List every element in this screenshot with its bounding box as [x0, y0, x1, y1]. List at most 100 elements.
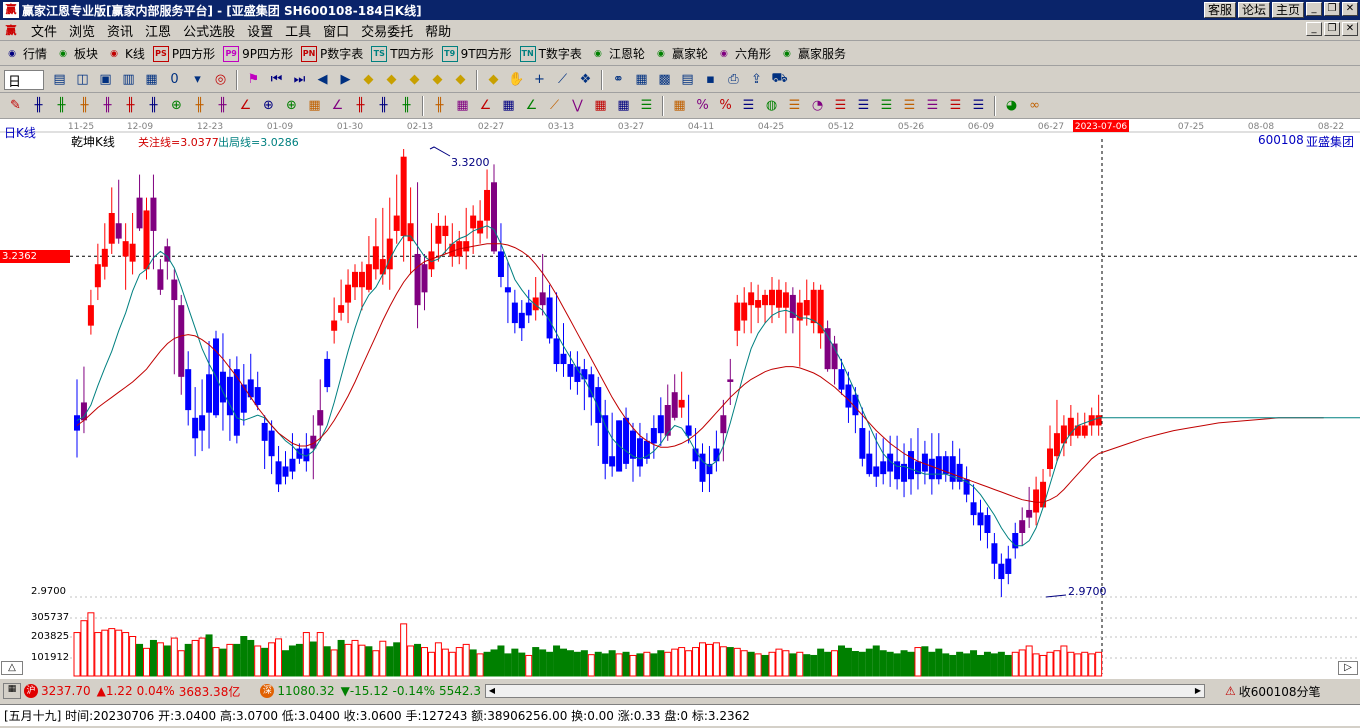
prev-icon[interactable]: ◀ [311, 69, 334, 91]
grid2-icon[interactable]: ▦ [497, 95, 520, 117]
toolbar-item-blocks[interactable]: ◉ 板块 [55, 45, 98, 62]
menu-logo-icon[interactable]: 赢 [3, 22, 19, 38]
minimize-icon[interactable]: _ [1306, 2, 1322, 16]
line-tool-icon[interactable]: ⟋ [551, 69, 574, 91]
toolbar-item-gann-wheel[interactable]: ◉ 江恩轮 [590, 45, 645, 62]
toolbar-item-dollar[interactable]: ◉ 赢家服务 [779, 45, 846, 62]
bars3-icon[interactable]: ╫ [73, 95, 96, 117]
pattern-icon[interactable]: ❖ [574, 69, 597, 91]
toolbar-item-t-square[interactable]: TS T四方形 [371, 45, 434, 62]
last-icon[interactable]: ⏭ [288, 69, 311, 91]
first-icon[interactable]: ⏮ [265, 69, 288, 91]
bars12-icon[interactable]: ╫ [428, 95, 451, 117]
toolbar-item-p-square[interactable]: PS P四方形 [152, 45, 215, 62]
toolbar-item-t9-square[interactable]: T9 9T四方形 [441, 45, 512, 62]
child-minimize-icon[interactable]: _ [1306, 22, 1322, 36]
lines-icon[interactable]: ☰ [635, 95, 658, 117]
truck-icon[interactable]: ⛟ [768, 69, 791, 91]
line2-icon[interactable]: ⟋ [543, 95, 566, 117]
grid5-icon[interactable]: ▦ [668, 95, 691, 117]
next-icon[interactable]: ▶ [334, 69, 357, 91]
bars1-icon[interactable]: ╫ [27, 95, 50, 117]
zero-icon[interactable]: 0 [163, 69, 186, 91]
close-icon[interactable]: ✕ [1342, 2, 1358, 16]
hlines-icon[interactable]: ☰ [737, 95, 760, 117]
restore-icon[interactable]: ❐ [1324, 2, 1340, 16]
box-icon[interactable]: ▦ [303, 95, 326, 117]
doc-icon[interactable]: ▣ [94, 69, 117, 91]
grid3-icon[interactable]: ▦ [589, 95, 612, 117]
menu-formula[interactable]: 公式选股 [177, 21, 241, 40]
menu-gann[interactable]: 江恩 [139, 21, 177, 40]
forum-button[interactable]: 论坛 [1237, 2, 1270, 18]
link-icon[interactable]: ⚭ [607, 69, 630, 91]
kline-chart-panel[interactable]: 11-25 12-09 12-23 01-09 01-30 02-13 02-27 03-13… [0, 119, 1360, 679]
child-restore-icon[interactable]: ❐ [1324, 22, 1340, 36]
alert-text[interactable]: 收600108分笔 [1239, 683, 1321, 700]
zigzag-icon[interactable]: ⋁ [566, 95, 589, 117]
bars6-icon[interactable]: ╫ [142, 95, 165, 117]
hlines2-icon[interactable]: ☰ [783, 95, 806, 117]
target-icon[interactable]: ⊕ [257, 95, 280, 117]
fan3-icon[interactable]: ∠ [520, 95, 543, 117]
bars9-icon[interactable]: ╫ [349, 95, 372, 117]
keyboard-icon[interactable]: ▦ [3, 683, 21, 699]
bars2-icon[interactable]: ╫ [50, 95, 73, 117]
f10-icon[interactable]: ▦ [140, 69, 163, 91]
hlines3-icon[interactable]: ☰ [829, 95, 852, 117]
menu-trade[interactable]: 交易委托 [355, 21, 419, 40]
grid4-icon[interactable]: ▦ [612, 95, 635, 117]
toolbar-item-p9-square[interactable]: P9 9P四方形 [223, 45, 293, 62]
export-icon[interactable]: ⇪ [745, 69, 768, 91]
percent2-icon[interactable]: % [714, 95, 737, 117]
print-icon[interactable]: ⎙ [722, 69, 745, 91]
toolbar-item-pn-table[interactable]: PN P数字表 [301, 45, 363, 62]
calc2-icon[interactable]: ▩ [653, 69, 676, 91]
calendar-icon[interactable]: ▦ [630, 69, 653, 91]
dropdown-icon[interactable]: ▾ [186, 69, 209, 91]
hlines7-icon[interactable]: ☰ [921, 95, 944, 117]
menu-tools[interactable]: 工具 [279, 21, 317, 40]
coin-icon[interactable]: ◍ [760, 95, 783, 117]
menu-window[interactable]: 窗口 [317, 21, 355, 40]
hlines4-icon[interactable]: ☰ [852, 95, 875, 117]
toolbar-item-grid[interactable]: ◉ 行情 [4, 45, 47, 62]
percent-icon[interactable]: % [691, 95, 714, 117]
news-icon[interactable]: ▥ [117, 69, 140, 91]
diamond2-icon[interactable]: ◆ [380, 69, 403, 91]
home-button[interactable]: 主页 [1271, 2, 1304, 18]
hlines6-icon[interactable]: ☰ [898, 95, 921, 117]
bars7-icon[interactable]: ╫ [188, 95, 211, 117]
diamond4-icon[interactable]: ◆ [426, 69, 449, 91]
hlines8-icon[interactable]: ☰ [944, 95, 967, 117]
diamond5-icon[interactable]: ◆ [449, 69, 472, 91]
calc-icon[interactable]: ▤ [48, 69, 71, 91]
menu-help[interactable]: 帮助 [419, 21, 457, 40]
diamond3-icon[interactable]: ◆ [403, 69, 426, 91]
hlines5-icon[interactable]: ☰ [875, 95, 898, 117]
kline-chart-svg[interactable]: 11-25 12-09 12-23 01-09 01-30 02-13 02-27 03-13… [0, 119, 1360, 679]
period-select[interactable]: 日 [4, 69, 44, 90]
bars11-icon[interactable]: ╫ [395, 95, 418, 117]
chart-icon[interactable]: ◫ [71, 69, 94, 91]
hlines9-icon[interactable]: ☰ [967, 95, 990, 117]
scrollbar-right-arrow-icon[interactable]: ▶ [1192, 685, 1204, 697]
infinity-icon[interactable]: ∞ [1023, 95, 1046, 117]
stats-icon[interactable]: ◎ [209, 69, 232, 91]
angle-icon[interactable]: ∠ [234, 95, 257, 117]
menu-info[interactable]: 资讯 [101, 21, 139, 40]
hand-icon[interactable]: ✋ [505, 69, 528, 91]
sun-icon[interactable]: ⊕ [280, 95, 303, 117]
cross-icon[interactable]: + [528, 69, 551, 91]
toolbar-item-tn-table[interactable]: TN T数字表 [519, 45, 582, 62]
menu-file[interactable]: 文件 [25, 21, 63, 40]
bars10-icon[interactable]: ╫ [372, 95, 395, 117]
scroll-left-icon[interactable]: △ [1, 661, 23, 675]
toolbar-item-hexagon[interactable]: ◉ 六角形 [716, 45, 771, 62]
bars8-icon[interactable]: ╫ [211, 95, 234, 117]
gauge-icon[interactable]: ◔ [806, 95, 829, 117]
menu-browse[interactable]: 浏览 [63, 21, 101, 40]
status-scrollbar[interactable]: ◀ ▶ [484, 684, 1205, 698]
scroll-right-icon[interactable]: ▷ [1338, 661, 1358, 675]
service-button[interactable]: 客服 [1203, 2, 1236, 18]
